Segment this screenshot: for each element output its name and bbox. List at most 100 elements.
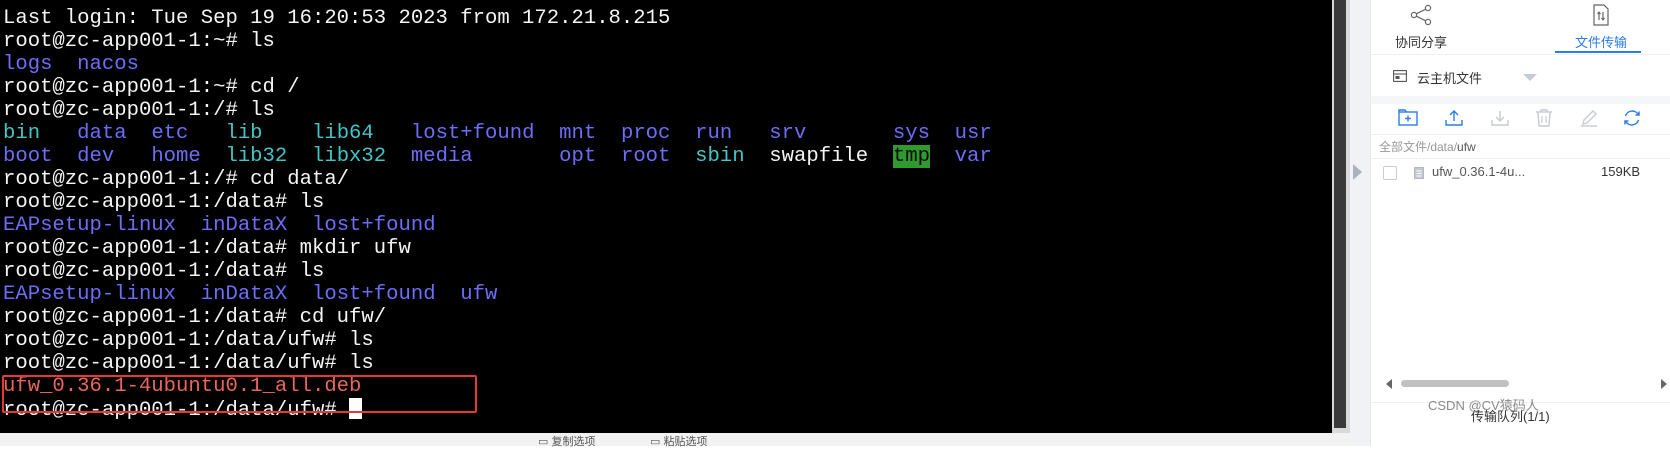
terminal-token-cyan: bin <box>3 122 41 145</box>
terminal-token-dir: ufw <box>460 283 498 306</box>
terminal-text: root@zc-app001-1:/data# ls <box>3 260 325 283</box>
collapse-arrow-icon[interactable] <box>1353 164 1362 180</box>
terminal-token-dir: home <box>151 145 201 168</box>
terminal-token-dir: lost+found <box>410 122 535 145</box>
terminal-token-dir: dev <box>77 145 115 168</box>
terminal-token-cyan: lib32 <box>225 145 288 168</box>
terminal-line: EAPsetup-linux inDataX lost+found ufw <box>3 283 992 306</box>
terminal-text: root@zc-app001-1:/data# mkdir ufw <box>3 237 411 260</box>
tab-collaborative-share[interactable]: 协同分享 <box>1371 0 1471 54</box>
breadcrumb-path[interactable]: 全部文件/data/ <box>1379 140 1457 154</box>
copy-option-icon: ▭ <box>538 436 552 448</box>
terminal-text: Last login: Tue Sep 19 16:20:53 2023 fro… <box>3 7 671 30</box>
file-list-row[interactable]: ufw_0.36.1-4u... 159KB <box>1371 160 1670 186</box>
terminal-text: root@zc-app001-1:~# ls <box>3 30 275 53</box>
file-icon <box>1414 167 1424 179</box>
terminal-token-cyan: libx32 <box>311 145 387 168</box>
file-toolbar <box>1371 104 1670 134</box>
file-name: ufw_0.36.1-4u... <box>1432 164 1526 179</box>
watermark: CSDN @CV猿码人 <box>1428 398 1539 413</box>
terminal-text: root@zc-app001-1:/# cd data/ <box>3 168 350 191</box>
terminal-line: EAPsetup-linux inDataX lost+found <box>3 214 992 237</box>
terminal-text: swapfile <box>769 145 869 168</box>
chevron-down-icon[interactable] <box>1523 74 1537 81</box>
terminal-line: root@zc-app001-1:/# ls <box>3 99 992 122</box>
divider <box>1371 96 1670 104</box>
terminal-line: boot dev home lib32 libx32 media opt roo… <box>3 145 992 168</box>
file-checkbox[interactable] <box>1383 166 1397 180</box>
copy-option-label: 复制选项 <box>551 436 596 448</box>
file-transfer-icon <box>1593 4 1609 26</box>
horizontal-scrollbar[interactable] <box>1371 378 1670 390</box>
terminal-token-dir: media <box>410 145 473 168</box>
terminal-line: root@zc-app001-1:/data/ufw# ls <box>3 329 992 352</box>
terminal-line: root@zc-app001-1:/data# cd ufw/ <box>3 306 992 329</box>
terminal-token-dir: var <box>954 145 992 168</box>
terminal-token-dir: nacos <box>77 53 139 76</box>
terminal-text: root@zc-app001-1:~# cd / <box>3 76 300 99</box>
terminal-token-dir: inDataX <box>200 214 288 237</box>
terminal-text: root@zc-app001-1:/data# cd ufw/ <box>3 306 387 329</box>
download-icon[interactable] <box>1489 108 1511 128</box>
terminal-token-dir: etc <box>151 122 189 145</box>
terminal-token-dir: run <box>695 122 733 145</box>
breadcrumb-current: ufw <box>1457 140 1476 154</box>
terminal-window[interactable]: Last login: Tue Sep 19 16:20:53 2023 fro… <box>0 0 1332 433</box>
refresh-icon[interactable] <box>1621 108 1643 128</box>
scroll-right-icon[interactable] <box>1661 379 1667 389</box>
terminal-text: root@zc-app001-1:/data# ls <box>3 191 325 214</box>
panel-splitter[interactable] <box>1350 0 1370 446</box>
location-label: 云主机文件 <box>1417 71 1483 86</box>
terminal-output: Last login: Tue Sep 19 16:20:53 2023 fro… <box>3 7 992 422</box>
active-tab-indicator <box>1555 51 1641 53</box>
divider <box>1371 134 1670 135</box>
terminal-line: root@zc-app001-1:/data# mkdir ufw <box>3 237 992 260</box>
terminal-text: root@zc-app001-1:/# ls <box>3 99 275 122</box>
terminal-token-dir: data <box>77 122 127 145</box>
terminal-line: Last login: Tue Sep 19 16:20:53 2023 fro… <box>3 7 992 30</box>
delete-icon[interactable] <box>1533 108 1555 128</box>
terminal-line: root@zc-app001-1:~# ls <box>3 30 992 53</box>
terminal-token-dir: srv <box>769 122 807 145</box>
bottom-bar-right-option[interactable]: ▭ 粘贴选项 <box>650 433 707 449</box>
bottom-bar-left-option[interactable]: ▭ 复制选项 <box>538 433 595 449</box>
terminal-bottom-bar: ▭ 复制选项 ▭ 粘贴选项 <box>0 433 1355 449</box>
terminal-scrollbar[interactable] <box>1332 0 1350 433</box>
location-selector[interactable]: 云主机文件 <box>1371 56 1670 96</box>
upload-icon[interactable] <box>1443 108 1465 128</box>
terminal-token-dir: opt <box>559 145 597 168</box>
terminal-scroll-thumb[interactable] <box>1334 0 1346 428</box>
rename-icon[interactable] <box>1578 108 1600 128</box>
terminal-line: bin data etc lib lib64 lost+found mnt pr… <box>3 122 992 145</box>
terminal-token-dir: sys <box>892 122 930 145</box>
scroll-left-icon[interactable] <box>1386 379 1392 389</box>
terminal-line: root@zc-app001-1:/data# ls <box>3 191 992 214</box>
terminal-line: root@zc-app001-1:~# cd / <box>3 76 992 99</box>
terminal-token-dir: usr <box>954 122 992 145</box>
new-folder-icon[interactable] <box>1397 108 1419 128</box>
terminal-token-dir: EAPsetup-linux <box>3 283 177 306</box>
tab-file-transfer[interactable]: 文件传输 <box>1551 0 1651 54</box>
server-file-icon <box>1393 70 1407 82</box>
horizontal-scroll-thumb[interactable] <box>1401 380 1509 387</box>
terminal-token-dir: EAPsetup-linux <box>3 214 177 237</box>
